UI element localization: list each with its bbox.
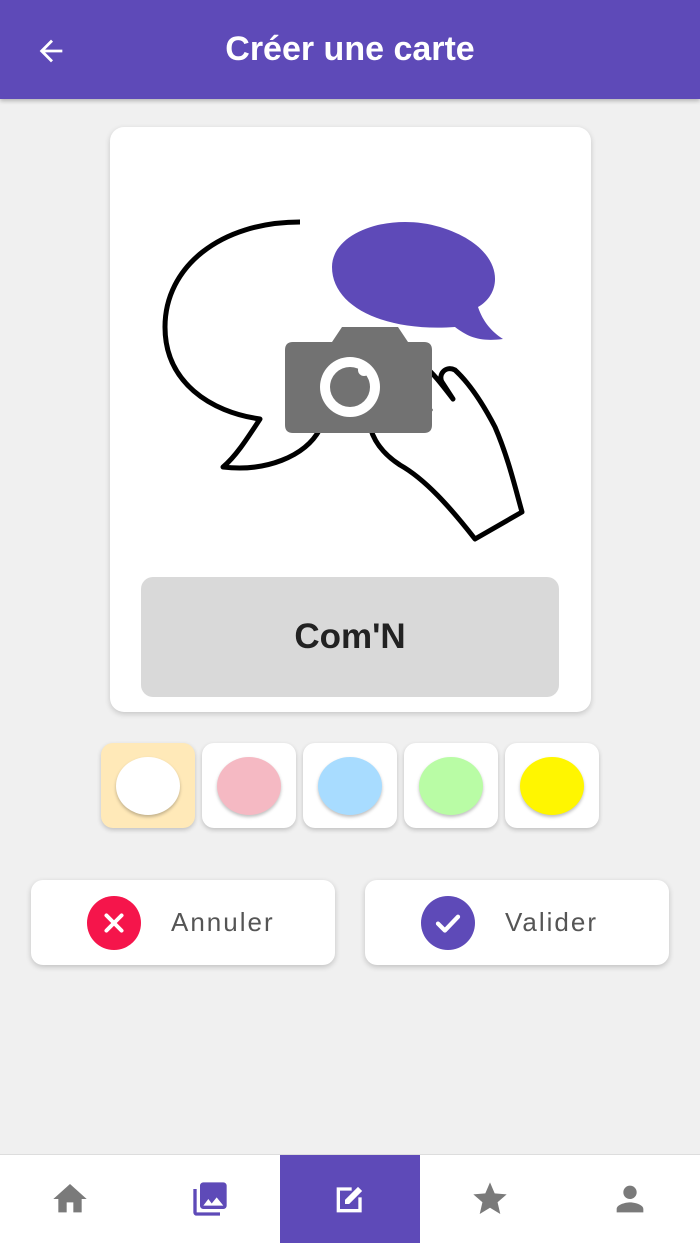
person-icon <box>616 1185 644 1213</box>
card-preview: Com'N <box>110 127 591 712</box>
nav-item-home[interactable] <box>0 1155 140 1243</box>
cancel-button-label: Annuler <box>171 907 275 937</box>
card-label-text: Com'N <box>294 617 406 656</box>
purple-speech-bubble <box>332 221 503 340</box>
card-label-field[interactable]: Com'N <box>141 577 559 697</box>
bottom-navigation <box>0 1154 700 1244</box>
check-icon <box>421 896 475 950</box>
color-dot <box>217 757 281 815</box>
app-bar: Créer une carte <box>0 0 700 99</box>
photo-library-icon <box>193 1182 227 1216</box>
color-dot <box>318 757 382 815</box>
close-icon <box>87 896 141 950</box>
star-icon <box>473 1182 507 1214</box>
nav-item-gallery[interactable] <box>140 1155 280 1243</box>
card-illustration[interactable] <box>150 167 550 567</box>
nav-item-favorites[interactable] <box>420 1155 560 1243</box>
color-swatch-green[interactable] <box>404 743 498 828</box>
cancel-button[interactable]: Annuler <box>31 880 335 965</box>
color-dot <box>116 757 180 815</box>
color-dot <box>419 757 483 815</box>
color-swatch-white[interactable] <box>101 743 195 828</box>
color-swatch-yellow[interactable] <box>505 743 599 828</box>
confirm-button[interactable]: Valider <box>365 880 669 965</box>
home-icon <box>53 1184 87 1213</box>
edit-icon <box>336 1186 363 1213</box>
nav-item-create[interactable] <box>280 1155 420 1243</box>
nav-item-profile[interactable] <box>560 1155 700 1243</box>
camera-icon <box>285 327 432 433</box>
color-swatch-pink[interactable] <box>202 743 296 828</box>
confirm-button-label: Valider <box>505 907 599 937</box>
color-swatch-blue[interactable] <box>303 743 397 828</box>
page-title: Créer une carte <box>225 30 475 68</box>
color-dot <box>520 757 584 815</box>
